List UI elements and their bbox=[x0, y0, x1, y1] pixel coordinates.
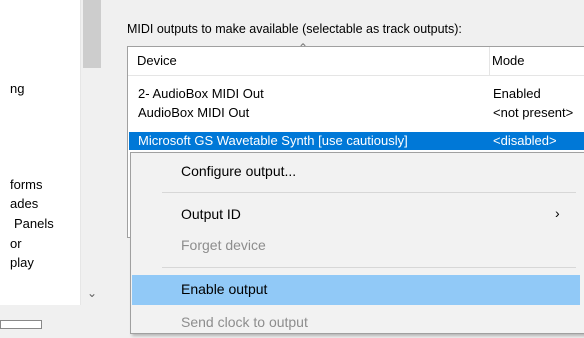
chevron-right-icon: › bbox=[555, 205, 560, 221]
bottom-control[interactable] bbox=[0, 320, 42, 329]
column-divider[interactable] bbox=[489, 47, 490, 75]
column-header-mode[interactable]: Mode bbox=[492, 53, 525, 68]
device-cell: 2- AudioBox MIDI Out bbox=[138, 86, 264, 101]
menu-item-configure-output[interactable]: Configure output... bbox=[132, 157, 580, 187]
mode-cell: <not present> bbox=[493, 105, 574, 120]
menu-item-output-id[interactable]: Output ID › bbox=[132, 200, 580, 230]
category-item[interactable]: forms bbox=[10, 177, 43, 192]
menu-item-send-clock[interactable]: Send clock to output bbox=[132, 308, 580, 338]
menu-separator bbox=[162, 192, 576, 193]
chevron-down-icon[interactable]: ⌄ bbox=[80, 282, 104, 304]
mode-cell: Enabled bbox=[493, 86, 541, 101]
menu-item-label: Output ID bbox=[181, 206, 241, 222]
menu-separator bbox=[162, 267, 576, 268]
device-cell: Microsoft GS Wavetable Synth [use cautio… bbox=[138, 133, 408, 148]
device-cell: AudioBox MIDI Out bbox=[138, 105, 250, 120]
menu-item-label: Send clock to output bbox=[181, 314, 308, 330]
menu-item-enable-output[interactable]: Enable output bbox=[132, 275, 580, 305]
menu-item-label: Forget device bbox=[181, 237, 266, 253]
category-item[interactable]: ades bbox=[10, 196, 38, 211]
table-row-selected[interactable]: Microsoft GS Wavetable Synth [use cautio… bbox=[129, 132, 584, 150]
menu-item-forget-device[interactable]: Forget device bbox=[132, 231, 580, 261]
category-scrollbar-thumb[interactable] bbox=[83, 0, 101, 68]
midi-outputs-label: MIDI outputs to make available (selectab… bbox=[127, 22, 462, 36]
chevron-up-icon: ⌃ bbox=[298, 41, 309, 55]
menu-item-label: Enable output bbox=[181, 281, 268, 297]
table-row[interactable]: AudioBox MIDI Out <not present> bbox=[129, 104, 584, 122]
context-menu: Configure output... Output ID › Forget d… bbox=[130, 152, 584, 334]
mode-cell: <disabled> bbox=[493, 133, 557, 148]
category-item[interactable]: ng bbox=[10, 81, 24, 96]
column-header-device[interactable]: Device bbox=[137, 53, 177, 68]
table-row[interactable]: 2- AudioBox MIDI Out Enabled bbox=[129, 85, 584, 103]
category-item[interactable]: or bbox=[10, 236, 22, 251]
menu-item-label: Configure output... bbox=[181, 163, 297, 179]
list-header: ⌃ Device Mode bbox=[128, 41, 584, 76]
category-item[interactable]: Panels bbox=[14, 216, 54, 231]
category-item[interactable]: play bbox=[10, 255, 34, 270]
